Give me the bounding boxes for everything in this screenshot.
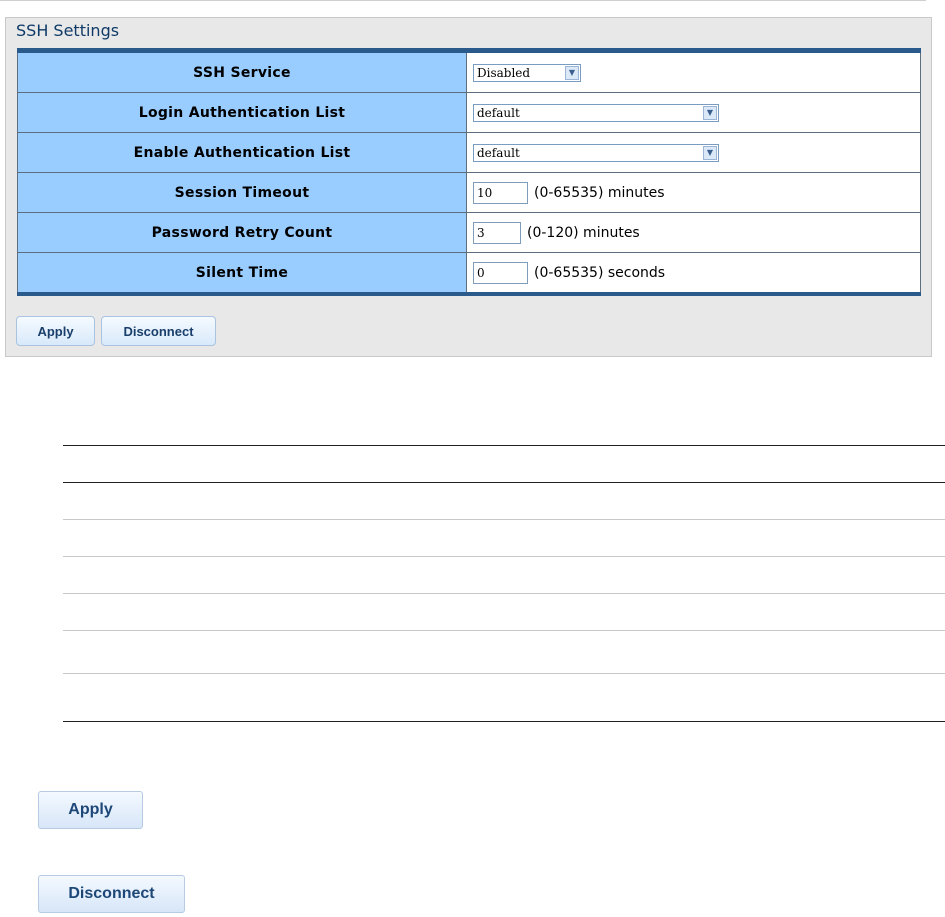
ssh-service-label: SSH Service <box>17 53 467 92</box>
row-login-auth-list: Login Authentication List default ▼ <box>17 93 921 132</box>
silent-time-input[interactable]: 0 <box>473 261 528 284</box>
table-header-border <box>63 482 945 483</box>
login-auth-list-value: default <box>477 105 520 120</box>
session-timeout-label: Session Timeout <box>17 173 467 212</box>
ssh-settings-panel: SSH Settings SSH Service Disabled ▼ Logi… <box>5 17 932 357</box>
row-ssh-service: SSH Service Disabled ▼ <box>17 53 921 92</box>
top-divider <box>0 0 926 1</box>
login-auth-list-cell: default ▼ <box>467 93 921 132</box>
apply-button[interactable]: Apply <box>16 316 95 346</box>
silent-time-hint: (0-65535) seconds <box>534 264 666 281</box>
enable-auth-list-label: Enable Authentication List <box>17 133 467 172</box>
chevron-down-icon[interactable]: ▼ <box>565 65 579 80</box>
enable-auth-list-select[interactable]: default ▼ <box>473 143 719 162</box>
session-timeout-input[interactable]: 10 <box>473 181 528 204</box>
disconnect-button[interactable]: Disconnect <box>101 316 216 346</box>
session-timeout-hint: (0-65535) minutes <box>534 184 665 201</box>
ssh-service-cell: Disabled ▼ <box>467 53 921 92</box>
login-auth-list-label: Login Authentication List <box>17 93 467 132</box>
ssh-settings-table: SSH Service Disabled ▼ Login Authenticat… <box>17 48 921 296</box>
row-password-retry-count: Password Retry Count 3 (0-120) minutes <box>17 213 921 252</box>
row-silent-time: Silent Time 0 (0-65535) seconds <box>17 253 921 292</box>
ssh-service-select[interactable]: Disabled ▼ <box>473 63 581 82</box>
apply-button-reference[interactable]: Apply <box>38 791 143 829</box>
table-bottom-border <box>63 721 945 722</box>
password-retry-count-cell: 3 (0-120) minutes <box>467 213 921 252</box>
row-enable-auth-list: Enable Authentication List default ▼ <box>17 133 921 172</box>
login-auth-list-select[interactable]: default ▼ <box>473 103 719 122</box>
table-row-divider <box>63 630 945 631</box>
table-row-divider <box>63 593 945 594</box>
table-top-border <box>63 445 945 446</box>
chevron-down-icon[interactable]: ▼ <box>703 105 717 120</box>
enable-auth-list-value: default <box>477 145 520 160</box>
disconnect-button-reference[interactable]: Disconnect <box>38 875 185 913</box>
session-timeout-cell: 10 (0-65535) minutes <box>467 173 921 212</box>
silent-time-label: Silent Time <box>17 253 467 292</box>
password-retry-count-label: Password Retry Count <box>17 213 467 252</box>
ssh-service-value: Disabled <box>477 65 531 80</box>
enable-auth-list-cell: default ▼ <box>467 133 921 172</box>
table-row-divider <box>63 673 945 674</box>
password-retry-count-input[interactable]: 3 <box>473 221 521 244</box>
silent-time-cell: 0 (0-65535) seconds <box>467 253 921 292</box>
password-retry-count-hint: (0-120) minutes <box>527 224 640 241</box>
panel-title: SSH Settings <box>16 21 120 40</box>
table-row-divider <box>63 519 945 520</box>
row-session-timeout: Session Timeout 10 (0-65535) minutes <box>17 173 921 212</box>
table-row-divider <box>63 556 945 557</box>
chevron-down-icon[interactable]: ▼ <box>703 145 717 160</box>
